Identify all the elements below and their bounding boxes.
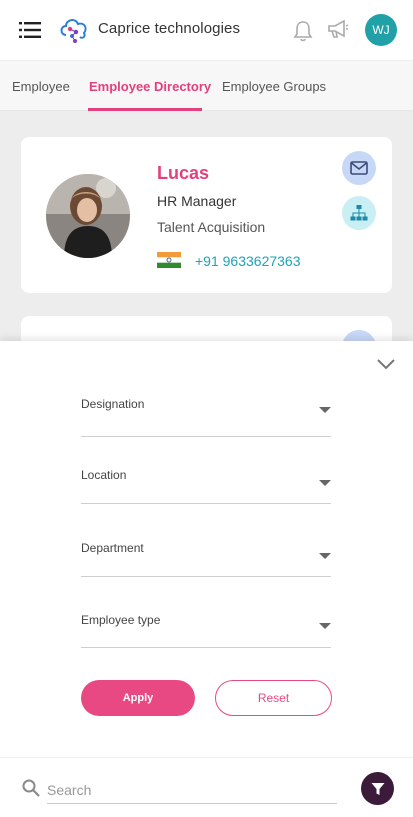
employee-role: HR Manager <box>157 193 237 209</box>
caret-down-icon <box>319 623 331 629</box>
employee-phone-link[interactable]: +91 9633627363 <box>195 253 301 269</box>
mail-icon <box>350 161 368 175</box>
email-button[interactable] <box>342 151 376 185</box>
caret-down-icon <box>319 553 331 559</box>
employee-card[interactable]: Lucas HR Manager Talent Acquisition +91 … <box>21 137 392 293</box>
reset-button[interactable]: Reset <box>215 680 332 716</box>
location-label: Location <box>81 468 127 482</box>
tab-employee-directory[interactable]: Employee Directory <box>89 79 211 94</box>
app-title: Caprice technologies <box>98 20 241 37</box>
hamburger-menu-icon[interactable] <box>19 22 41 38</box>
employee-photo <box>46 174 130 258</box>
department-label: Department <box>81 541 144 555</box>
filter-sheet: Designation Location Department Employee… <box>0 341 413 757</box>
search-input[interactable] <box>47 776 337 804</box>
filter-button[interactable] <box>361 772 394 805</box>
location-select[interactable]: Location <box>81 468 331 504</box>
employee-name[interactable]: Lucas <box>157 163 209 184</box>
user-avatar[interactable]: WJ <box>365 14 397 46</box>
employee-department: Talent Acquisition <box>157 219 266 235</box>
apply-button[interactable]: Apply <box>81 680 195 716</box>
department-select[interactable]: Department <box>81 541 331 577</box>
company-logo-icon <box>60 19 87 43</box>
employee-type-label: Employee type <box>81 613 161 627</box>
designation-label: Designation <box>81 397 145 411</box>
tab-bar: Employee Employee Directory Employee Gro… <box>0 61 413 111</box>
active-tab-indicator <box>88 108 202 111</box>
notification-bell-icon[interactable] <box>293 20 313 42</box>
caret-down-icon <box>319 407 331 413</box>
caret-down-icon <box>319 480 331 486</box>
search-icon <box>22 779 40 797</box>
search-bar <box>0 757 413 817</box>
announcement-megaphone-icon[interactable] <box>327 18 349 40</box>
tab-employee[interactable]: Employee <box>12 79 70 94</box>
top-app-bar: Caprice technologies WJ <box>0 0 413 60</box>
org-chart-button[interactable] <box>342 196 376 230</box>
employee-type-select[interactable]: Employee type <box>81 613 331 648</box>
designation-select[interactable]: Designation <box>81 397 331 437</box>
org-chart-icon <box>350 205 368 221</box>
india-flag-icon <box>157 252 181 268</box>
tab-employee-groups[interactable]: Employee Groups <box>222 79 326 94</box>
chevron-down-icon[interactable] <box>376 357 396 371</box>
filter-funnel-icon <box>371 782 384 795</box>
